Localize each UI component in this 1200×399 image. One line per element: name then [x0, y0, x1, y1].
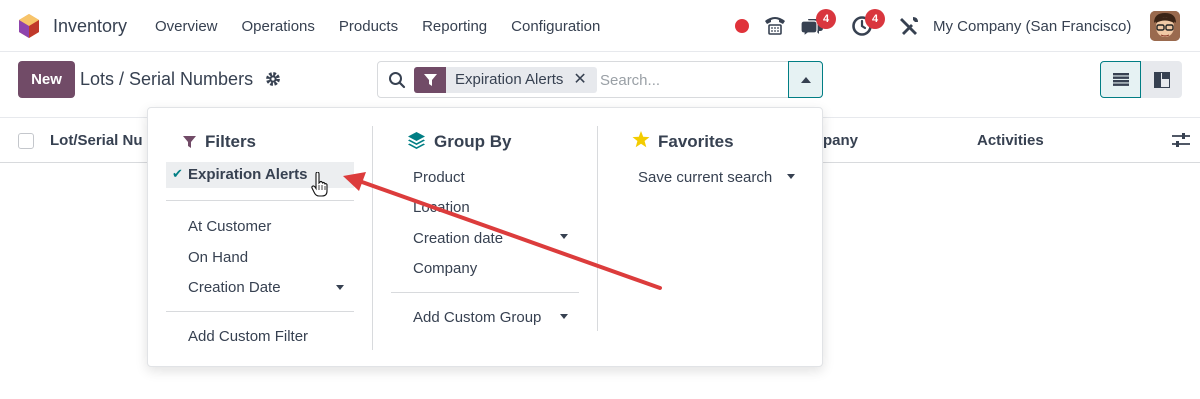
page-title: Lots / Serial Numbers	[80, 69, 254, 89]
activity-count-badge: 4	[865, 9, 885, 29]
list-view-button[interactable]	[1100, 61, 1141, 98]
menu-overview[interactable]: Overview	[155, 18, 218, 35]
kanban-view-button[interactable]	[1141, 61, 1182, 98]
kanban-view-icon	[1153, 71, 1170, 88]
filters-title: Filters	[205, 132, 257, 151]
debug-tools-icon[interactable]	[898, 15, 920, 37]
menu-configuration[interactable]: Configuration	[511, 18, 600, 35]
group-by-creation-date[interactable]: Creation date	[413, 230, 503, 247]
column-header-company[interactable]: pany	[823, 132, 858, 149]
filter-expiration-alerts-label: Expiration Alerts	[188, 166, 308, 183]
user-avatar-icon	[1150, 11, 1180, 41]
group-by-location[interactable]: Location	[413, 199, 470, 216]
search-options-dropdown: Filters ✔ Expiration Alerts At Customer …	[147, 107, 823, 367]
filter-on-hand[interactable]: On Hand	[188, 249, 248, 266]
group-by-product[interactable]: Product	[413, 169, 465, 186]
remove-facet-icon[interactable]: ✕	[571, 67, 597, 93]
filter-at-customer[interactable]: At Customer	[188, 218, 271, 235]
menu-reporting[interactable]: Reporting	[422, 18, 487, 35]
search-icon	[389, 72, 406, 89]
column-header-lot[interactable]: Lot/Serial Nu	[50, 132, 143, 149]
layers-icon	[408, 132, 425, 149]
group-by-title: Group By	[434, 132, 512, 151]
app-name[interactable]: Inventory	[53, 16, 127, 37]
user-avatar[interactable]	[1150, 11, 1180, 41]
caret-up-icon	[800, 76, 811, 83]
search-bar[interactable]: Expiration Alerts ✕	[377, 61, 823, 98]
phone-icon[interactable]	[763, 14, 787, 36]
list-view-icon	[1112, 73, 1129, 86]
column-divider	[372, 126, 373, 350]
chevron-down-icon	[560, 314, 568, 319]
search-input[interactable]	[600, 70, 780, 90]
company-switcher[interactable]: My Company (San Francisco)	[933, 18, 1131, 35]
select-all-checkbox[interactable]	[18, 133, 34, 149]
add-custom-group[interactable]: Add Custom Group	[413, 309, 541, 326]
chevron-down-icon	[787, 174, 795, 179]
chevron-down-icon	[336, 285, 344, 290]
new-button[interactable]: New	[18, 61, 75, 98]
menu-products[interactable]: Products	[339, 18, 398, 35]
search-options-toggle[interactable]	[788, 61, 823, 98]
favorites-title: Favorites	[658, 132, 734, 151]
search-facet: Expiration Alerts ✕	[414, 67, 597, 93]
column-header-activities[interactable]: Activities	[977, 132, 1044, 149]
group-by-company[interactable]: Company	[413, 260, 477, 277]
menu-operations[interactable]: Operations	[242, 18, 315, 35]
gear-icon[interactable]	[265, 71, 281, 87]
chevron-down-icon	[560, 234, 568, 239]
main-menu: Overview Operations Products Reporting C…	[155, 18, 600, 35]
filters-divider	[166, 200, 354, 201]
add-custom-filter[interactable]: Add Custom Filter	[188, 328, 308, 345]
chat-count-badge: 4	[816, 9, 836, 29]
optional-columns-icon[interactable]	[1172, 132, 1190, 148]
filter-creation-date[interactable]: Creation Date	[188, 279, 281, 296]
star-icon	[632, 131, 650, 148]
group-by-divider	[391, 292, 579, 293]
recording-indicator-icon[interactable]	[735, 19, 749, 33]
filter-facet-icon	[414, 67, 446, 93]
facet-label: Expiration Alerts	[446, 67, 572, 93]
hand-pointer-cursor-icon	[311, 172, 328, 197]
top-navbar: Inventory Overview Operations Products R…	[0, 0, 1200, 52]
column-divider-2	[597, 126, 598, 331]
filters-divider-2	[166, 311, 354, 312]
inventory-app-logo-icon[interactable]	[18, 13, 40, 39]
save-current-search[interactable]: Save current search	[638, 169, 772, 186]
filter-icon	[183, 136, 196, 148]
checkmark-icon: ✔	[172, 166, 183, 181]
